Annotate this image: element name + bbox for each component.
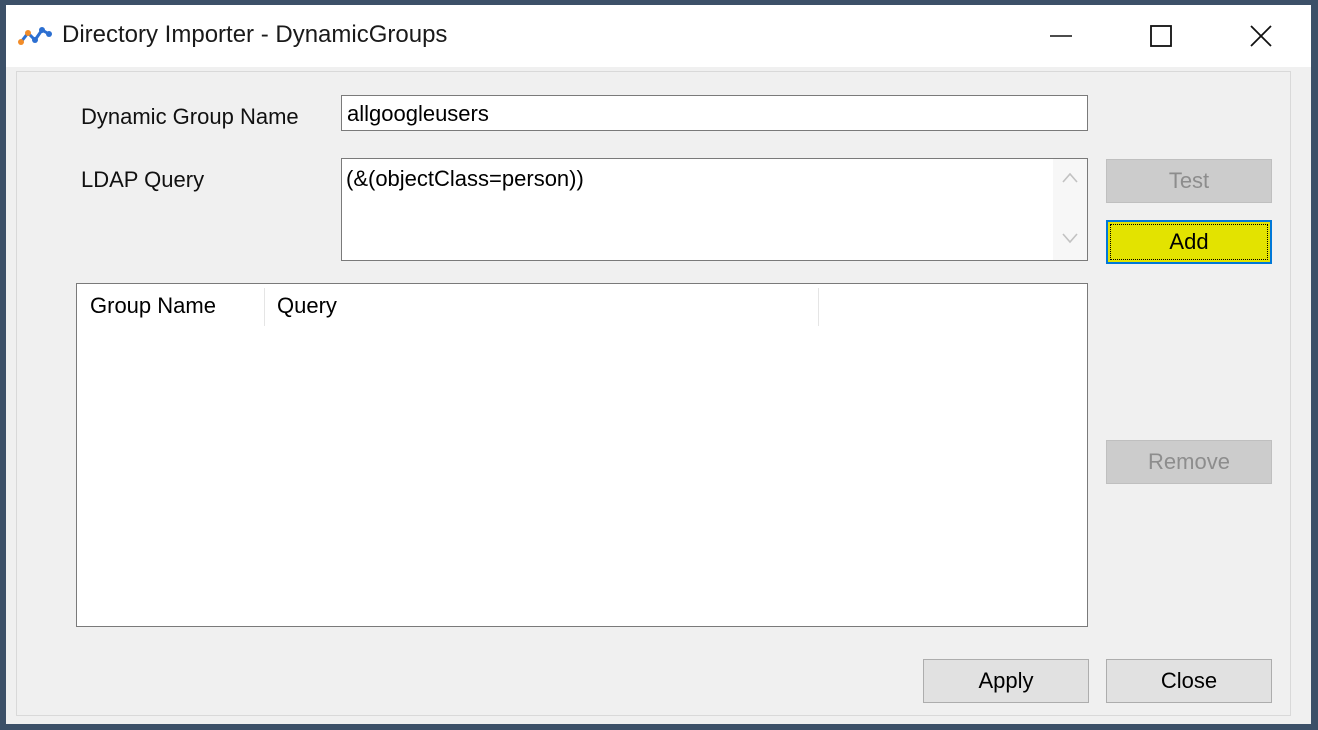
test-button[interactable]: Test xyxy=(1106,159,1272,203)
minimize-button[interactable] xyxy=(1011,5,1111,67)
group-name-input[interactable]: allgoogleusers xyxy=(341,95,1088,131)
maximize-button[interactable] xyxy=(1111,5,1211,67)
column-header-query[interactable]: Query xyxy=(264,284,818,328)
close-window-button[interactable] xyxy=(1211,5,1311,67)
column-header-group-name[interactable]: Group Name xyxy=(77,284,264,328)
focus-rectangle xyxy=(1110,224,1268,260)
ldap-query-textarea[interactable]: (&(objectClass=person)) xyxy=(341,158,1088,261)
column-header-empty[interactable] xyxy=(818,284,1087,328)
minimize-icon xyxy=(1050,35,1072,37)
remove-button[interactable]: Remove xyxy=(1106,440,1272,484)
group-name-label: Dynamic Group Name xyxy=(81,104,299,129)
apply-button[interactable]: Apply xyxy=(923,659,1089,703)
close-button[interactable]: Close xyxy=(1106,659,1272,703)
list-header: Group Name Query xyxy=(77,284,1087,328)
app-logo-icon xyxy=(18,27,52,45)
add-button[interactable]: Add xyxy=(1106,220,1272,264)
ldap-query-label: LDAP Query xyxy=(81,167,205,192)
ldap-query-text: (&(objectClass=person)) xyxy=(346,166,584,191)
close-icon xyxy=(1250,25,1272,47)
maximize-icon xyxy=(1150,25,1172,47)
dynamic-groups-list[interactable]: Group Name Query xyxy=(76,283,1088,627)
dialog-window: Directory Importer - DynamicGroups Dynam… xyxy=(6,5,1311,724)
title-bar[interactable]: Directory Importer - DynamicGroups xyxy=(6,5,1311,67)
scroll-up-icon[interactable] xyxy=(1062,171,1078,185)
ldap-query-scrollbar[interactable] xyxy=(1053,159,1087,260)
scroll-down-icon[interactable] xyxy=(1062,231,1078,245)
window-title: Directory Importer - DynamicGroups xyxy=(62,21,448,48)
